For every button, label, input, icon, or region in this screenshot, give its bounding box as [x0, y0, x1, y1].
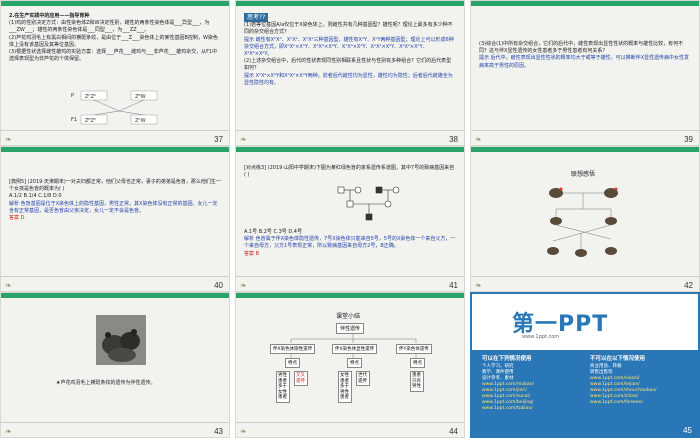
chicken-cross-illustration	[547, 187, 618, 257]
slide-hint: 提示 雌性有XᴬXᴬ、XᴬXᵃ、XᵃXᵃ三种基因型，雄性有XᴬY、XᵃY两种基因…	[244, 36, 454, 58]
slide-footer: ❧ 41	[236, 276, 464, 291]
slide-line: A.1/2 B.1/4 C.1/8 D.0	[9, 193, 62, 200]
link-item[interactable]: www.1ppt.com/tubiao/	[482, 406, 534, 412]
leaf-icon: ❧	[240, 135, 247, 144]
slide-footer: ❧ 39	[471, 130, 699, 145]
slide-line: (1)若等位基因A/a仅位于X染色体上，则雌性共有几种基因型？雄性呢？理论上最多…	[244, 22, 453, 36]
slide-39[interactable]: (3)综合(1)中所有杂交组合，它们的后代中，雌性表现出显性性状的概率与雄性比较…	[470, 0, 700, 146]
slide-line: (3)综合(1)中所有杂交组合，它们的后代中，雌性表现出显性性状的概率与雄性比较…	[479, 41, 684, 55]
ppt-info-panel: 可以在下列情况使用 个人学习、研究 教学、课件使用 设计参考、素材 www.1p…	[472, 350, 698, 436]
slide-top-bar	[1, 147, 229, 152]
leaf-icon: ❧	[5, 135, 12, 144]
slide-line: (1)鸡的性别决定方式：由性染色体Z和W决定性别，雌性的两条性染色体是___异型…	[9, 20, 210, 34]
slide-line: (2)上述杂交组合中，后代的性状表现同性别相联系且性状与性别有多种组合？它们的后…	[244, 58, 452, 72]
cross-label: ZᵇZᵇ	[85, 94, 96, 100]
slide-footer: ❧ 43	[1, 422, 229, 437]
slide-answer: 答案 B	[244, 250, 260, 257]
slide-number: 41	[449, 281, 458, 290]
cross-label: P	[71, 93, 74, 99]
leaf-icon: ❧	[475, 281, 482, 290]
slide-footer: ❧ 42	[471, 276, 699, 291]
summary-branch-xd: 伴X染色体显性遗传	[332, 344, 378, 354]
summary-branch-xr: 伴X染色体隐性遗传	[270, 344, 316, 354]
slide-hint: 提示 XᵃXᵃ×XᴬY和XᴬXᵃ×XᵃY两种。前者后代雌性均为显性，雄性均为隐性…	[244, 72, 453, 86]
slide-answer: 答案 D	[9, 215, 25, 222]
leaf-icon: ❧	[240, 427, 247, 436]
summary-leaf: 患者只有男性	[410, 371, 424, 392]
slide-42[interactable]: 联想感悟 ❧ 42	[470, 146, 700, 292]
slide-footer: ❧ 37	[1, 130, 229, 145]
cross-label: ZᵇW	[135, 118, 146, 124]
slide-line: (2)芦花鸡羽毛上有黑白相间的横斑条纹，是由位于___Z___染色体上的某性基因…	[9, 34, 218, 48]
slide-number: 37	[214, 135, 223, 144]
usage-forbidden-title: 不可以在以下情况使用	[590, 356, 646, 362]
pedigree-chart	[337, 186, 400, 221]
chicken-photo	[96, 315, 146, 365]
slide-number: 44	[449, 427, 458, 436]
leaf-icon: ❧	[240, 281, 247, 290]
link-item[interactable]: www.1ppt.com/fanwen/	[590, 400, 656, 406]
slide-number: 38	[449, 135, 458, 144]
summary-trait: 特点	[347, 358, 362, 368]
slide-38[interactable]: 思考?? (1)若等位基因A/a仅位于X染色体上，则雌性共有几种基因型？雄性呢？…	[235, 0, 465, 146]
slide-top-bar	[1, 293, 229, 298]
summary-trait: 特点	[410, 358, 425, 368]
slide-footer: ❧ 40	[1, 276, 229, 291]
slide-body: (3)综合(1)中所有杂交组合，它们的后代中，雌性表现出显性性状的概率与雄性比较…	[479, 41, 691, 70]
slide-title: 联想感悟	[571, 171, 596, 178]
slide-top-bar	[471, 147, 699, 152]
slide-number: 39	[684, 135, 693, 144]
usage-allowed-title: 可以在下列情况使用	[482, 356, 532, 362]
cross-label: ZᴮZᵇ	[85, 118, 96, 124]
ppt-site: www.1ppt.com	[522, 334, 560, 340]
summary-leaf: 女性患者多于男性患者	[338, 371, 352, 403]
leaf-icon: ❧	[5, 427, 12, 436]
slide-40[interactable]: [典例5] (2019·天津期末)一对夫妇都正常，他们父母也正常，妻子的弟弟是色…	[0, 146, 230, 292]
slide-number: 45	[683, 426, 692, 435]
leaf-icon: ❧	[475, 135, 482, 144]
slide-body: [典例5] (2019·天津期末)一对夫妇都正常，他们父母也正常，妻子的弟弟是色…	[9, 179, 221, 222]
summary-leaf: 交叉遗传	[294, 371, 308, 386]
slide-body: [对点练3] (2019·山阳中学期末)下图为某红绿色盲的家系遗传系谱图，其中7…	[244, 165, 456, 179]
slide-footer: ❧ 38	[236, 130, 464, 145]
slide-body-2: A.1号 B.2号 C.3号 D.4号 解析 色盲属于伴X染色体隐性遗传，7号X…	[244, 229, 456, 258]
think-badge: 思考??	[244, 13, 269, 23]
slide-45[interactable]: 第一PPT www.1ppt.com 可以在下列情况使用 个人学习、研究 教学、…	[470, 292, 700, 438]
slide-line: [典例5] (2019·天津期末)一对夫妇都正常，他们父母也正常，妻子的弟弟是色…	[9, 179, 221, 193]
slide-37[interactable]: 2.在生产实践中的应用——指导育种 (1)鸡的性别决定方式：由性染色体Z和W决定…	[0, 0, 230, 146]
cross-diagram: P ZᵇZᵇ ZᴮW F1 ZᴮZᵇ ZᵇW	[71, 90, 158, 125]
slide-body: 2.在生产实践中的应用——指导育种 (1)鸡的性别决定方式：由性染色体Z和W决定…	[9, 13, 221, 63]
slide-footer: ❧ 44	[236, 422, 464, 437]
slide-number: 42	[684, 281, 693, 290]
slide-43[interactable]: ★芦花鸡羽毛上横斑条纹的遗传为伴性遗传。 ❧ 43	[0, 292, 230, 438]
slide-body: 思考?? (1)若等位基因A/a仅位于X染色体上，则雌性共有几种基因型？雄性呢？…	[244, 13, 456, 87]
chicken-icon	[547, 188, 618, 257]
leaf-icon: ❧	[5, 281, 12, 290]
slide-44[interactable]: 课堂小结 伴性遗传 伴X染色体隐性遗传 伴X染色体显性遗传 伴Y染色体遗传 特点…	[235, 292, 465, 438]
slide-hint: 提示 后代中，雌性表现出显性性状的概率均大于或等于雄性，可以推断伴X显性遗传病中…	[479, 55, 690, 69]
slide-top-bar	[236, 1, 464, 6]
slide-line: [对点练3] (2019·山阳中学期末)下图为某红绿色盲的家系遗传系谱图，其中7…	[244, 165, 455, 179]
cross-label: ZᴮW	[135, 94, 146, 100]
summary-trait: 特点	[285, 358, 300, 368]
cross-label: F1	[71, 117, 77, 123]
slide-top-bar	[471, 1, 699, 6]
slide-top-bar	[236, 147, 464, 152]
summary-branch-y: 伴Y染色体遗传	[396, 344, 432, 354]
slide-line: (3)根据性状选择雌性雄鸡的实验方案：选择___芦花___雌鸡与___非芦花__…	[9, 49, 218, 63]
slide-hint: 解析 色盲基因是位于X染色体上的隐性基因，男性正常，其X染色体没有正常的基因。女…	[9, 200, 218, 214]
photo-caption: ★芦花鸡羽毛上横斑条纹的遗传为伴性遗传。	[56, 380, 156, 386]
summary-leaf: 世代遗传	[356, 371, 370, 386]
ppt-usage-forbidden: 不可以在以下情况使用 商业用途、转载 转售出售等 www.1ppt.com/xi…	[590, 356, 656, 406]
slide-41[interactable]: [对点练3] (2019·山阳中学期末)下图为某红绿色盲的家系遗传系谱图，其中7…	[235, 146, 465, 292]
slide-number: 40	[214, 281, 223, 290]
ppt-usage-allowed: 可以在下列情况使用 个人学习、研究 教学、课件使用 设计参考、素材 www.1p…	[482, 356, 534, 412]
slide-number: 43	[214, 427, 223, 436]
summary-leaf: 男性患者多于女性患者	[276, 371, 290, 403]
slide-top-bar	[1, 1, 229, 6]
slide-hint: 解析 色盲属于伴X染色体隐性遗传，7号X染色体只能来自5号，5号的X染色体一个来…	[244, 236, 456, 250]
